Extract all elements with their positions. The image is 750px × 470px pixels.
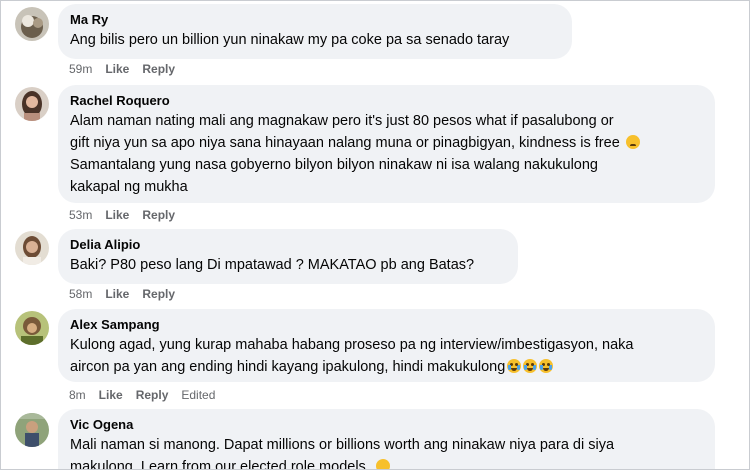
avatar[interactable] [15, 413, 49, 447]
comment-meta: 8m Like Reply Edited [69, 387, 228, 403]
comment-line: Baki? P80 peso lang Di mpatawad ? MAKATA… [70, 257, 475, 273]
comment-author[interactable]: Rachel Roquero [70, 93, 703, 109]
comment-line: Mali naman si manong. Dapat millions or … [70, 437, 615, 453]
comment-text: Alam naman nating mali ang magnakaw pero… [70, 110, 703, 198]
comment-line: Kulong agad, yung kurap mahaba habang pr… [70, 337, 634, 353]
reply-button[interactable]: Reply [136, 388, 169, 402]
reply-button[interactable]: Reply [142, 208, 175, 222]
comment-bubble: Delia Alipio Baki? P80 peso lang Di mpat… [58, 229, 518, 284]
comment-bubble: Ma Ry Ang bilis pero un billion yun nina… [58, 4, 572, 59]
comments-thread: Ma Ry Ang bilis pero un billion yun nina… [0, 0, 750, 470]
comment-meta: 58m Like Reply [69, 286, 188, 302]
like-button[interactable]: Like [105, 287, 129, 301]
avatar[interactable] [15, 87, 49, 121]
comment-meta: 59m Like Reply [69, 61, 188, 77]
like-button[interactable]: Like [99, 388, 123, 402]
comment-author[interactable]: Vic Ogena [70, 417, 703, 433]
comment-author[interactable]: Delia Alipio [70, 237, 506, 253]
comment-line: gift niya yun sa apo niya sana hinayaan … [70, 132, 703, 154]
comment-time[interactable]: 58m [69, 287, 92, 301]
comment-line: aircon pa yan ang ending hindi kayang ip… [70, 356, 703, 378]
comment-time[interactable]: 59m [69, 62, 92, 76]
comment-author[interactable]: Alex Sampang [70, 317, 703, 333]
comment-text: Ang bilis pero un billion yun ninakaw my… [70, 29, 560, 51]
comment-bubble: Rachel Roquero Alam naman nating mali an… [58, 85, 715, 203]
like-button[interactable]: Like [105, 208, 129, 222]
comment-line: Ang bilis pero un billion yun ninakaw my… [70, 32, 510, 48]
avatar[interactable] [15, 231, 49, 265]
comment-line: Alam naman nating mali ang magnakaw pero… [70, 113, 614, 129]
comment-bubble: Vic Ogena Mali naman si manong. Dapat mi… [58, 409, 715, 469]
comment-time[interactable]: 8m [69, 388, 86, 402]
comment-author[interactable]: Ma Ry [70, 12, 560, 28]
comment-text: Kulong agad, yung kurap mahaba habang pr… [70, 334, 703, 378]
like-button[interactable]: Like [105, 62, 129, 76]
clapping-hands-emoji [375, 459, 390, 469]
avatar[interactable] [15, 311, 49, 345]
reply-button[interactable]: Reply [142, 287, 175, 301]
comment-line: kakapal ng mukha [70, 179, 188, 195]
comment-line: Samantalang yung nasa gobyerno bilyon bi… [70, 157, 598, 173]
sad-face-emoji [625, 135, 640, 149]
comment-text: Baki? P80 peso lang Di mpatawad ? MAKATA… [70, 254, 506, 276]
reply-button[interactable]: Reply [142, 62, 175, 76]
face-with-tears-of-joy-emoji [523, 359, 538, 373]
edited-label[interactable]: Edited [181, 388, 215, 402]
comment-bubble: Alex Sampang Kulong agad, yung kurap mah… [58, 309, 715, 382]
comment-meta: 53m Like Reply [69, 207, 188, 223]
face-with-tears-of-joy-emoji [539, 359, 554, 373]
avatar[interactable] [15, 7, 49, 41]
face-with-tears-of-joy-emoji [507, 359, 522, 373]
comment-time[interactable]: 53m [69, 208, 92, 222]
comment-text: Mali naman si manong. Dapat millions or … [70, 434, 703, 469]
comment-line: makulong. Learn from our elected role mo… [70, 456, 703, 469]
